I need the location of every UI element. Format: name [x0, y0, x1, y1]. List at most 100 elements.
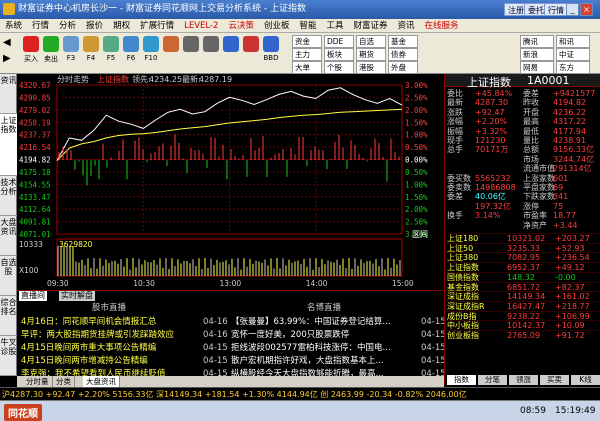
index-row[interactable]: 中小板指 10142.37 +10.09: [445, 320, 600, 330]
quote-tab-0[interactable]: 指数: [447, 375, 476, 385]
bottom-tab-2[interactable]: 大盘资讯: [83, 376, 120, 387]
left-tab-3[interactable]: 大盘资讯: [0, 216, 17, 256]
index-row[interactable]: 上证指数 6952.37 +49.12: [445, 262, 600, 273]
quick-filter-5[interactable]: 个股: [324, 61, 354, 74]
menu-item-2[interactable]: 分析: [54, 19, 81, 33]
quote-cell: 上涨家数: [523, 173, 555, 183]
toolbar-tool-7[interactable]: [160, 36, 182, 54]
menu-item-12[interactable]: 资讯: [393, 19, 420, 33]
quick-filter-0[interactable]: 资金: [292, 35, 322, 48]
quote-cell: 下跌家数: [523, 192, 555, 202]
bottom-tab-0[interactable]: 分时量: [23, 376, 53, 387]
left-tab-4[interactable]: 自选股: [0, 256, 17, 296]
menu-item-5[interactable]: 扩展行情: [135, 19, 179, 33]
menu-item-6[interactable]: LEVEL-2: [179, 19, 223, 33]
quick-filter-8[interactable]: 港股: [356, 61, 386, 74]
menu-item-13[interactable]: 在线服务: [420, 19, 464, 33]
quote-row: 委买数 5565232 上涨家数 601: [445, 174, 600, 183]
quote-cell: 净资产: [523, 220, 547, 230]
quote-button[interactable]: 行情: [544, 3, 568, 16]
quote-tab-4[interactable]: K线: [571, 375, 600, 385]
news-headline[interactable]: 4月16日：同花顺早间机会情报汇总: [21, 315, 201, 329]
quick-filter-7[interactable]: 期货: [356, 48, 386, 61]
index-row[interactable]: 上证380 7082.95 +236.54: [445, 252, 600, 262]
news-source-4[interactable]: 中证: [556, 48, 590, 61]
toolbar-tool-12[interactable]: BBD: [260, 36, 282, 62]
menu-item-9[interactable]: 智能: [294, 19, 321, 33]
left-tab-6[interactable]: 牛叉诊股: [0, 336, 17, 376]
index-name: 上证指数: [447, 263, 479, 273]
forward-icon[interactable]: ▶: [3, 53, 15, 65]
toolbar-tool-8[interactable]: [180, 36, 202, 54]
index-row[interactable]: 上证50 3235.33 +52.93: [445, 242, 600, 253]
news-source-1[interactable]: 新浪: [520, 48, 554, 61]
intraday-chart[interactable]: 分时走势 上证指数 领先: 4234.25 最新: 4287.19 4320.6…: [17, 74, 444, 290]
menu-item-1[interactable]: 行情: [27, 19, 54, 33]
back-icon[interactable]: ◀: [3, 37, 15, 49]
toolbar-tool-6[interactable]: F10: [140, 36, 162, 62]
index-row[interactable]: 上证180 10321.02 +203.27: [445, 233, 600, 243]
menu-item-3[interactable]: 报价: [81, 19, 108, 33]
quick-filter-6[interactable]: 自选: [356, 35, 386, 48]
close-icon[interactable]: ×: [580, 3, 593, 16]
blog-headline[interactable]: 宽怀一度好美，200只股票跌停: [231, 328, 417, 342]
index-row[interactable]: 深证成指 14149.34 +161.02: [445, 291, 600, 301]
bottom-tab-1[interactable]: 分类: [53, 376, 75, 387]
quick-filter-4[interactable]: 板块: [324, 48, 354, 61]
news-headline[interactable]: 4月15日晚间两市重大事项公告精编: [21, 341, 201, 355]
quick-filter-10[interactable]: 债券: [388, 48, 418, 61]
quick-filter-1[interactable]: 主力: [292, 48, 322, 61]
left-tab-0[interactable]: 资讯: [0, 74, 17, 114]
menu-item-10[interactable]: 工具: [322, 19, 349, 33]
index-row[interactable]: 创业板指 2765.09 +91.72: [445, 330, 600, 340]
index-row[interactable]: 成份B指 9238.22 +106.99: [445, 310, 600, 321]
index-value: 9238.22: [507, 311, 541, 321]
volume-axis-label: 10333: [19, 240, 43, 249]
menu-item-0[interactable]: 系统: [0, 19, 27, 33]
news-source-3[interactable]: 和讯: [556, 35, 590, 48]
toolbar-tool-0[interactable]: 买入: [20, 36, 42, 64]
menu-item-8[interactable]: 创业板: [259, 19, 295, 33]
quote-cell: 最新: [447, 98, 463, 108]
left-tab-5[interactable]: 综合排名: [0, 296, 17, 336]
news-source-2[interactable]: 网易: [520, 61, 554, 74]
quote-tab-1[interactable]: 分笔: [478, 375, 507, 385]
news-panel: 直播间 实时解盘 股市直播 名博直播 4月16日：同花顺早间机会情报汇总 04-16 【张曼…: [17, 290, 446, 379]
quote-cell: 18.77: [553, 211, 576, 221]
quick-filter-11[interactable]: 外盘: [388, 61, 418, 74]
news-source-0[interactable]: 腾讯: [520, 35, 554, 48]
index-row[interactable]: 国债指数 148.32 -0.00: [445, 271, 600, 282]
toolbar-tool-4[interactable]: F5: [100, 36, 122, 62]
quick-filter-2[interactable]: 大单: [292, 61, 322, 74]
quote-tab-2[interactable]: 领涨: [509, 375, 538, 385]
y-tick-right: 2.50%: [405, 93, 428, 102]
index-row[interactable]: 深证成指R 16427.47 +218.77: [445, 300, 600, 311]
toolbar-tool-1[interactable]: 卖出: [40, 36, 62, 64]
quote-tab-3[interactable]: 买卖: [540, 375, 569, 385]
minimize-icon[interactable]: _: [566, 3, 579, 16]
blog-headline[interactable]: 拒线波段002577雷柏科技涨停：中国电...: [231, 341, 417, 355]
toolbar-tool-2[interactable]: F3: [60, 36, 82, 62]
toolbar-tool-11[interactable]: [240, 36, 262, 54]
toolbar-tool-9[interactable]: [200, 36, 222, 54]
tool-icon: [23, 36, 39, 52]
left-tab-2[interactable]: 技术分析: [0, 176, 17, 216]
news-headline[interactable]: 4月15日晚间两市增减持公告精编: [21, 354, 201, 368]
menu-item-4[interactable]: 期权: [108, 19, 135, 33]
menu-item-7[interactable]: 云决策: [223, 19, 259, 33]
blog-headline[interactable]: 散户宏机期指许好戏，大盘指数基本上...: [231, 354, 417, 368]
blog-headline[interactable]: 【张曼曼】63.99%：中国证券登记结算...: [231, 315, 417, 329]
news-source-5[interactable]: 东方: [556, 61, 590, 74]
news-tab-0[interactable]: 直播间: [19, 291, 47, 301]
toolbar-tool-5[interactable]: F6: [120, 36, 142, 62]
quick-filter-9[interactable]: 基金: [388, 35, 418, 48]
index-row[interactable]: 基金指数 6851.72 +82.37: [445, 281, 600, 292]
news-tab-1[interactable]: 实时解盘: [59, 291, 95, 301]
quick-filter-3[interactable]: DDE: [324, 35, 354, 48]
toolbar-tool-3[interactable]: F4: [80, 36, 102, 62]
left-tab-1[interactable]: 上证指数: [0, 114, 17, 176]
menu-item-11[interactable]: 财富证券: [349, 19, 393, 33]
news-headline[interactable]: 早评：两大股指期货挂牌或引发踩踏效应: [21, 328, 201, 342]
quote-cell: 市场: [523, 154, 539, 164]
toolbar-tool-10[interactable]: [220, 36, 242, 54]
